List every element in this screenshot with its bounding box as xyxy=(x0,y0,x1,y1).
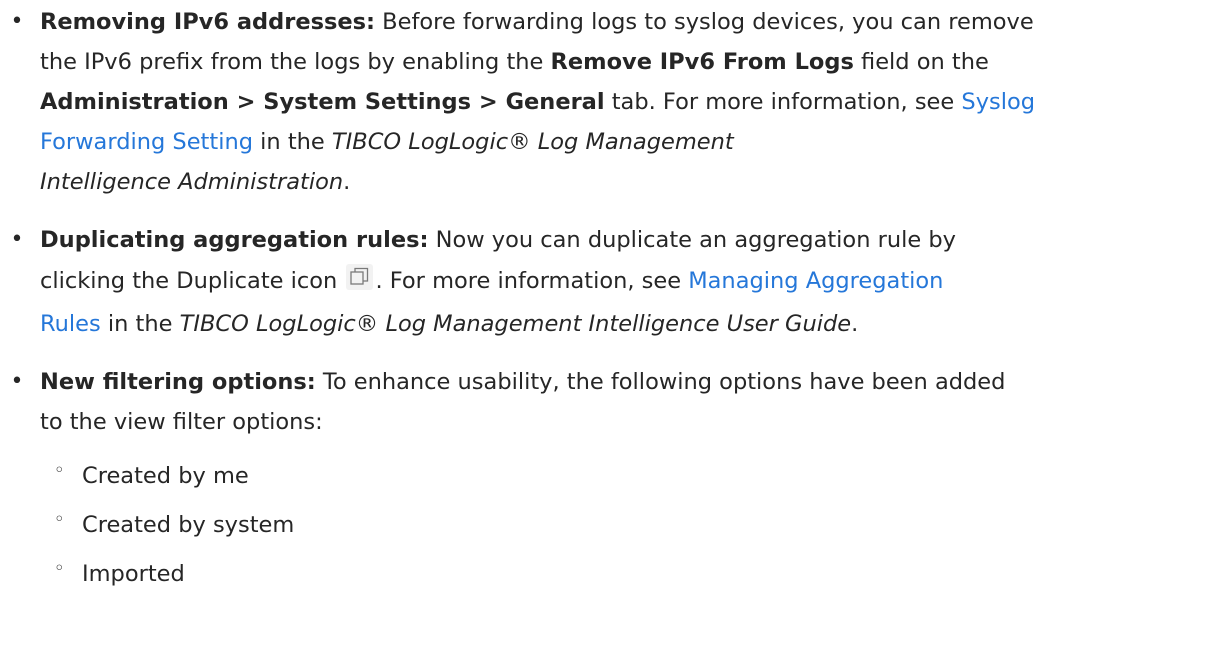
document: • Removing IPv6 addresses: Before forwar… xyxy=(0,2,1219,594)
text: . xyxy=(343,169,351,195)
line: Intelligence Administration. xyxy=(40,162,1219,202)
text: . xyxy=(851,311,859,337)
line: Administration > System Settings > Gener… xyxy=(40,82,1219,122)
filter-option: Imported xyxy=(82,561,185,587)
text: tab. For more information, see xyxy=(604,89,962,115)
filter-option: Created by me xyxy=(82,463,249,489)
sub-bullet-icon: ◦ xyxy=(54,509,65,530)
filter-option: Created by system xyxy=(82,512,295,538)
text: field on the xyxy=(853,49,989,75)
sub-bullet-icon: ◦ xyxy=(54,558,65,579)
text: in the xyxy=(253,129,332,155)
guide-title: Intelligence Administration xyxy=(40,169,344,195)
sub-bullet-icon: ◦ xyxy=(54,460,65,481)
list-item: ◦ Created by me xyxy=(0,456,1219,496)
text: Now you can duplicate an aggregation rul… xyxy=(428,227,956,253)
text: To enhance usability, the following opti… xyxy=(315,369,1006,395)
item-term: Duplicating aggregation rules: xyxy=(40,227,429,253)
text: clicking the Duplicate icon xyxy=(40,268,345,294)
syslog-forwarding-link-part1[interactable]: Syslog xyxy=(961,89,1035,115)
text: in the xyxy=(100,311,180,337)
managing-aggregation-link-part1[interactable]: Managing Aggregation xyxy=(688,268,943,294)
line: to the view filter options: xyxy=(40,402,1219,442)
list-item-duplicate-rules: • Duplicating aggregation rules: Now you… xyxy=(0,220,1219,346)
ui-label: Remove IPv6 From Logs xyxy=(550,49,854,75)
line: New filtering options: To enhance usabil… xyxy=(40,362,1219,402)
bullet-icon: • xyxy=(10,9,24,34)
feature-list: • Removing IPv6 addresses: Before forwar… xyxy=(0,2,1219,442)
text: . For more information, see xyxy=(375,268,689,294)
line: Forwarding Setting in the TIBCO LogLogic… xyxy=(40,122,1219,162)
text: to the view filter options: xyxy=(40,409,323,435)
ui-path: Administration > System Settings > Gener… xyxy=(40,89,605,115)
list-item-remove-ipv6: • Removing IPv6 addresses: Before forwar… xyxy=(0,2,1219,202)
duplicate-icon xyxy=(346,264,374,290)
list-item: ◦ Imported xyxy=(0,554,1219,594)
text: Before forwarding logs to syslog devices… xyxy=(375,9,1034,35)
syslog-forwarding-link-part2[interactable]: Forwarding Setting xyxy=(40,129,253,155)
guide-title: TIBCO LogLogic® Log Management xyxy=(331,129,734,155)
line: the IPv6 prefix from the logs by enablin… xyxy=(40,42,1219,82)
item-term: Removing IPv6 addresses: xyxy=(40,9,376,35)
bullet-icon: • xyxy=(10,369,24,394)
line: Rules in the TIBCO LogLogic® Log Managem… xyxy=(40,302,1219,346)
bullet-icon: • xyxy=(10,227,24,252)
managing-aggregation-link-part2[interactable]: Rules xyxy=(40,311,101,337)
text: the IPv6 prefix from the logs by enablin… xyxy=(40,49,551,75)
guide-title: TIBCO LogLogic® Log Management Intellige… xyxy=(179,311,852,337)
line: Duplicating aggregation rules: Now you c… xyxy=(40,220,1219,260)
list-item: ◦ Created by system xyxy=(0,505,1219,545)
list-item-filtering-options: • New filtering options: To enhance usab… xyxy=(0,362,1219,442)
line: clicking the Duplicate icon . For more i… xyxy=(40,260,1219,302)
item-term: New filtering options: xyxy=(40,369,316,395)
line: Removing IPv6 addresses: Before forwardi… xyxy=(40,2,1219,42)
filter-options-list: ◦ Created by me ◦ Created by system ◦ Im… xyxy=(0,456,1219,594)
